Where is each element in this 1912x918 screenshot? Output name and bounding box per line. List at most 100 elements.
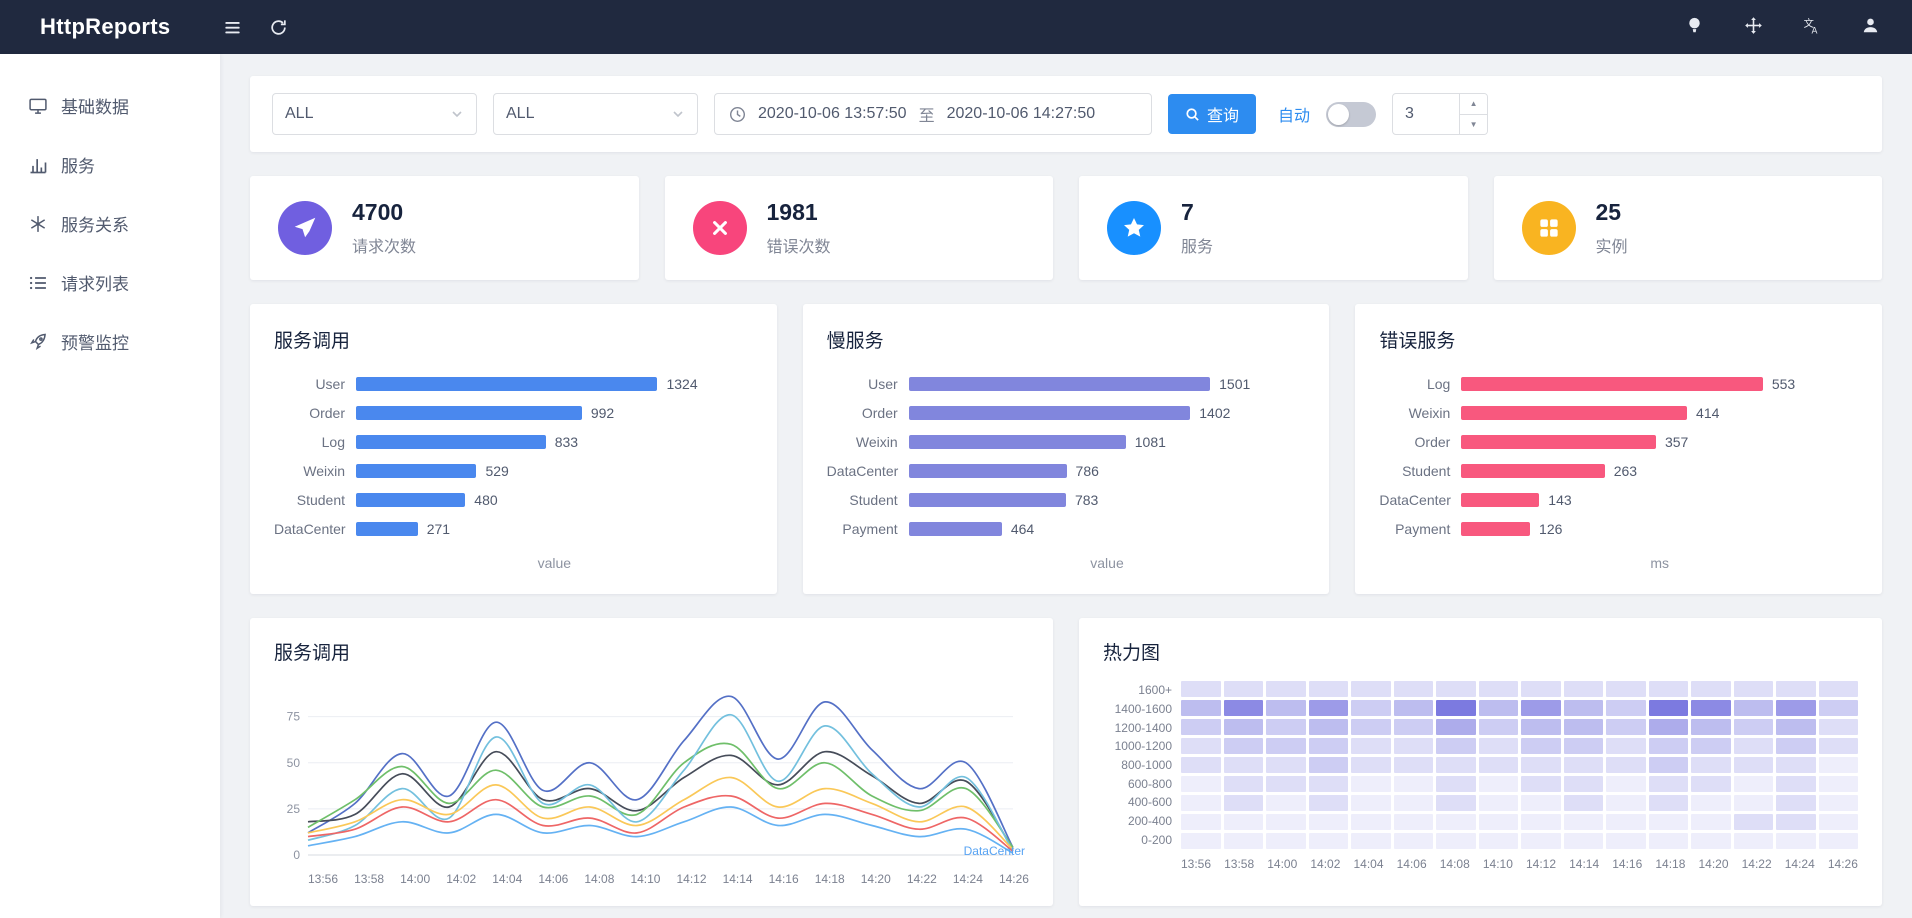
bar-area: 529 <box>356 463 753 479</box>
x-tick-label: 13:58 <box>1224 857 1254 871</box>
heatmap-cell <box>1181 700 1221 716</box>
heatmap-cell <box>1266 833 1306 849</box>
heatmap-cell <box>1606 719 1646 735</box>
heatmap-cell <box>1691 738 1731 754</box>
interval-stepper[interactable]: 3 ▲ ▼ <box>1392 93 1488 135</box>
heatmap-cell <box>1351 681 1391 697</box>
service-select[interactable]: ALL <box>272 93 477 135</box>
bar-row: Payment126 <box>1379 514 1858 543</box>
heatmap-x-labels: 13:5613:5814:0014:0214:0414:0614:0814:10… <box>1181 857 1858 871</box>
bar-category-label: Weixin <box>827 434 909 450</box>
auto-refresh-toggle[interactable] <box>1326 102 1376 127</box>
heatmap-cell <box>1309 814 1349 830</box>
bar-category-label: Payment <box>1379 521 1461 537</box>
user-icon[interactable] <box>1858 14 1882 38</box>
menu-toggle-icon[interactable] <box>220 15 244 39</box>
chart-title: 服务调用 <box>274 326 753 353</box>
heatmap-cell <box>1606 814 1646 830</box>
heatmap-cell <box>1479 757 1519 773</box>
heatmap-cell <box>1691 814 1731 830</box>
x-tick-label: 14:06 <box>538 872 568 886</box>
bar-row: Log833 <box>274 427 753 456</box>
heatmap-cell <box>1606 795 1646 811</box>
line-series-student <box>308 777 1013 849</box>
heatmap-cell <box>1819 833 1859 849</box>
heatmap-cell <box>1776 814 1816 830</box>
x-tick-label: 14:12 <box>677 872 707 886</box>
heatmap-cell <box>1394 776 1434 792</box>
heatmap-cell <box>1819 681 1859 697</box>
heatmap-cell <box>1734 738 1774 754</box>
heatmap-cell <box>1479 814 1519 830</box>
x-tick-label: 14:02 <box>1310 857 1340 871</box>
stepper-down-button[interactable]: ▼ <box>1460 115 1487 135</box>
sidebar-item-label: 请求列表 <box>61 270 129 295</box>
bar-value: 143 <box>1548 492 1571 508</box>
bar-chart-card-service-calls: 服务调用 User1324Order992Log833Weixin529Stud… <box>250 304 777 594</box>
bar-row: DataCenter271 <box>274 514 753 543</box>
heatmap-cell <box>1564 700 1604 716</box>
sidebar-item-service-relations[interactable]: 服务关系 <box>0 194 220 253</box>
stat-text: 1981 错误次数 <box>767 199 831 257</box>
bar-value: 529 <box>485 463 508 479</box>
bar-category-label: Log <box>274 434 356 450</box>
bar-area: 786 <box>909 463 1306 479</box>
heatmap-cell <box>1776 757 1816 773</box>
translate-icon[interactable]: 文A <box>1800 14 1824 38</box>
heatmap-cell <box>1819 814 1859 830</box>
move-icon[interactable] <box>1741 14 1765 38</box>
stat-label: 服务 <box>1181 233 1213 257</box>
heatmap-cell <box>1436 681 1476 697</box>
bar <box>1461 377 1762 391</box>
sidebar-item-services[interactable]: 服务 <box>0 135 220 194</box>
date-range-picker[interactable]: 2020-10-06 13:57:50 至 2020-10-06 14:27:5… <box>714 93 1152 135</box>
filter-bar: ALL ALL 2020-10-06 13:57:50 至 2020-10-06… <box>250 76 1882 152</box>
sidebar-item-basic-data[interactable]: 基础数据 <box>0 76 220 135</box>
stat-value: 4700 <box>352 199 416 226</box>
bar-category-label: DataCenter <box>1379 492 1461 508</box>
x-tick-label: 14:26 <box>999 872 1029 886</box>
x-axis-label: value <box>827 555 1306 571</box>
heatmap-cell <box>1224 757 1264 773</box>
bar <box>909 377 1210 391</box>
bar-value: 1501 <box>1219 376 1250 392</box>
bar-category-label: Student <box>827 492 909 508</box>
stat-card-instances: 25 实例 <box>1494 176 1883 280</box>
heatmap-cell <box>1266 738 1306 754</box>
bar <box>356 522 418 536</box>
line-chart-svg: 0255075DataCenter <box>274 681 1029 867</box>
heatmap-cell <box>1819 719 1859 735</box>
bar <box>909 493 1066 507</box>
refresh-icon[interactable] <box>266 15 290 39</box>
x-tick-label: 14:08 <box>1440 857 1470 871</box>
heatmap-cell <box>1351 738 1391 754</box>
x-tick-label: 14:20 <box>1699 857 1729 871</box>
heatmap-cell <box>1479 681 1519 697</box>
bar-category-label: User <box>274 376 356 392</box>
sidebar-item-request-list[interactable]: 请求列表 <box>0 253 220 312</box>
heatmap-cell <box>1521 738 1561 754</box>
bar-value: 357 <box>1665 434 1688 450</box>
y-tick-label: 75 <box>287 710 301 724</box>
bar-area: 271 <box>356 521 753 537</box>
app-logo[interactable]: HttpReports <box>40 14 170 39</box>
stepper-up-button[interactable]: ▲ <box>1460 94 1487 115</box>
heatmap-cell <box>1266 757 1306 773</box>
bar-value: 271 <box>427 521 450 537</box>
heatmap-card: 热力图 1600+1400-16001200-14001000-1200800-… <box>1079 618 1882 906</box>
heatmap-cell <box>1266 681 1306 697</box>
sidebar-item-alert-monitor[interactable]: 预警监控 <box>0 312 220 371</box>
y-tick-label: 25 <box>287 802 301 816</box>
balloon-icon[interactable] <box>1683 14 1707 38</box>
heatmap-cell <box>1691 757 1731 773</box>
chevron-down-icon <box>450 107 464 121</box>
heatmap-cell <box>1521 833 1561 849</box>
x-tick-label: 14:26 <box>1828 857 1858 871</box>
heatmap-cell <box>1394 795 1434 811</box>
x-tick-label: 14:02 <box>446 872 476 886</box>
search-button[interactable]: 查询 <box>1168 94 1256 134</box>
instance-select[interactable]: ALL <box>493 93 698 135</box>
x-tick-label: 14:18 <box>1655 857 1685 871</box>
heatmap-cell <box>1394 719 1434 735</box>
series-end-label: DataCenter <box>964 844 1025 858</box>
